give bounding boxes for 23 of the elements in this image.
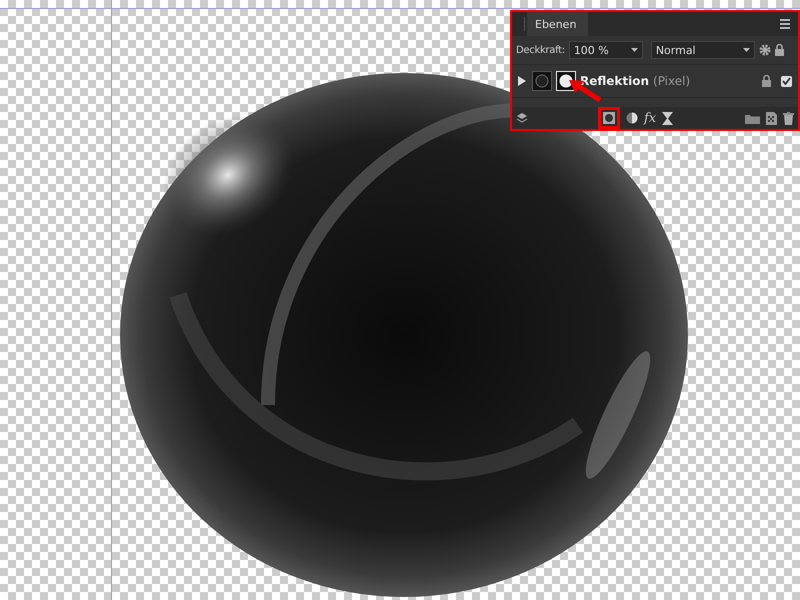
expand-arrow-icon[interactable] <box>516 76 528 86</box>
adjustment-icon[interactable] <box>626 112 638 124</box>
new-layer-icon[interactable] <box>766 112 777 124</box>
visibility-checkbox[interactable] <box>781 76 792 86</box>
opacity-label: Deckkraft: <box>516 44 565 56</box>
panel-tab[interactable]: Ebenen <box>527 12 588 36</box>
folder-icon[interactable] <box>745 112 760 124</box>
effects-button[interactable]: fx <box>644 110 656 126</box>
layer-name: Reflektion <box>580 74 650 88</box>
settings-icon[interactable] <box>758 44 771 56</box>
dropdown-caret-icon <box>742 48 750 52</box>
mask-button[interactable] <box>598 107 620 129</box>
hourglass-icon[interactable] <box>662 112 674 124</box>
lock-icon[interactable] <box>774 44 784 56</box>
blend-mode-dropdown[interactable]: Normal <box>650 41 755 59</box>
layer-thumbnail[interactable] <box>532 71 552 91</box>
dropdown-caret-icon <box>630 48 638 52</box>
lock-icon[interactable] <box>762 75 771 87</box>
layers-stack-icon[interactable] <box>516 112 528 124</box>
opacity-field[interactable]: 100 % <box>568 41 643 59</box>
trash-icon[interactable] <box>783 112 794 124</box>
mask-icon <box>603 112 615 124</box>
layer-type: (Pixel) <box>653 74 690 88</box>
